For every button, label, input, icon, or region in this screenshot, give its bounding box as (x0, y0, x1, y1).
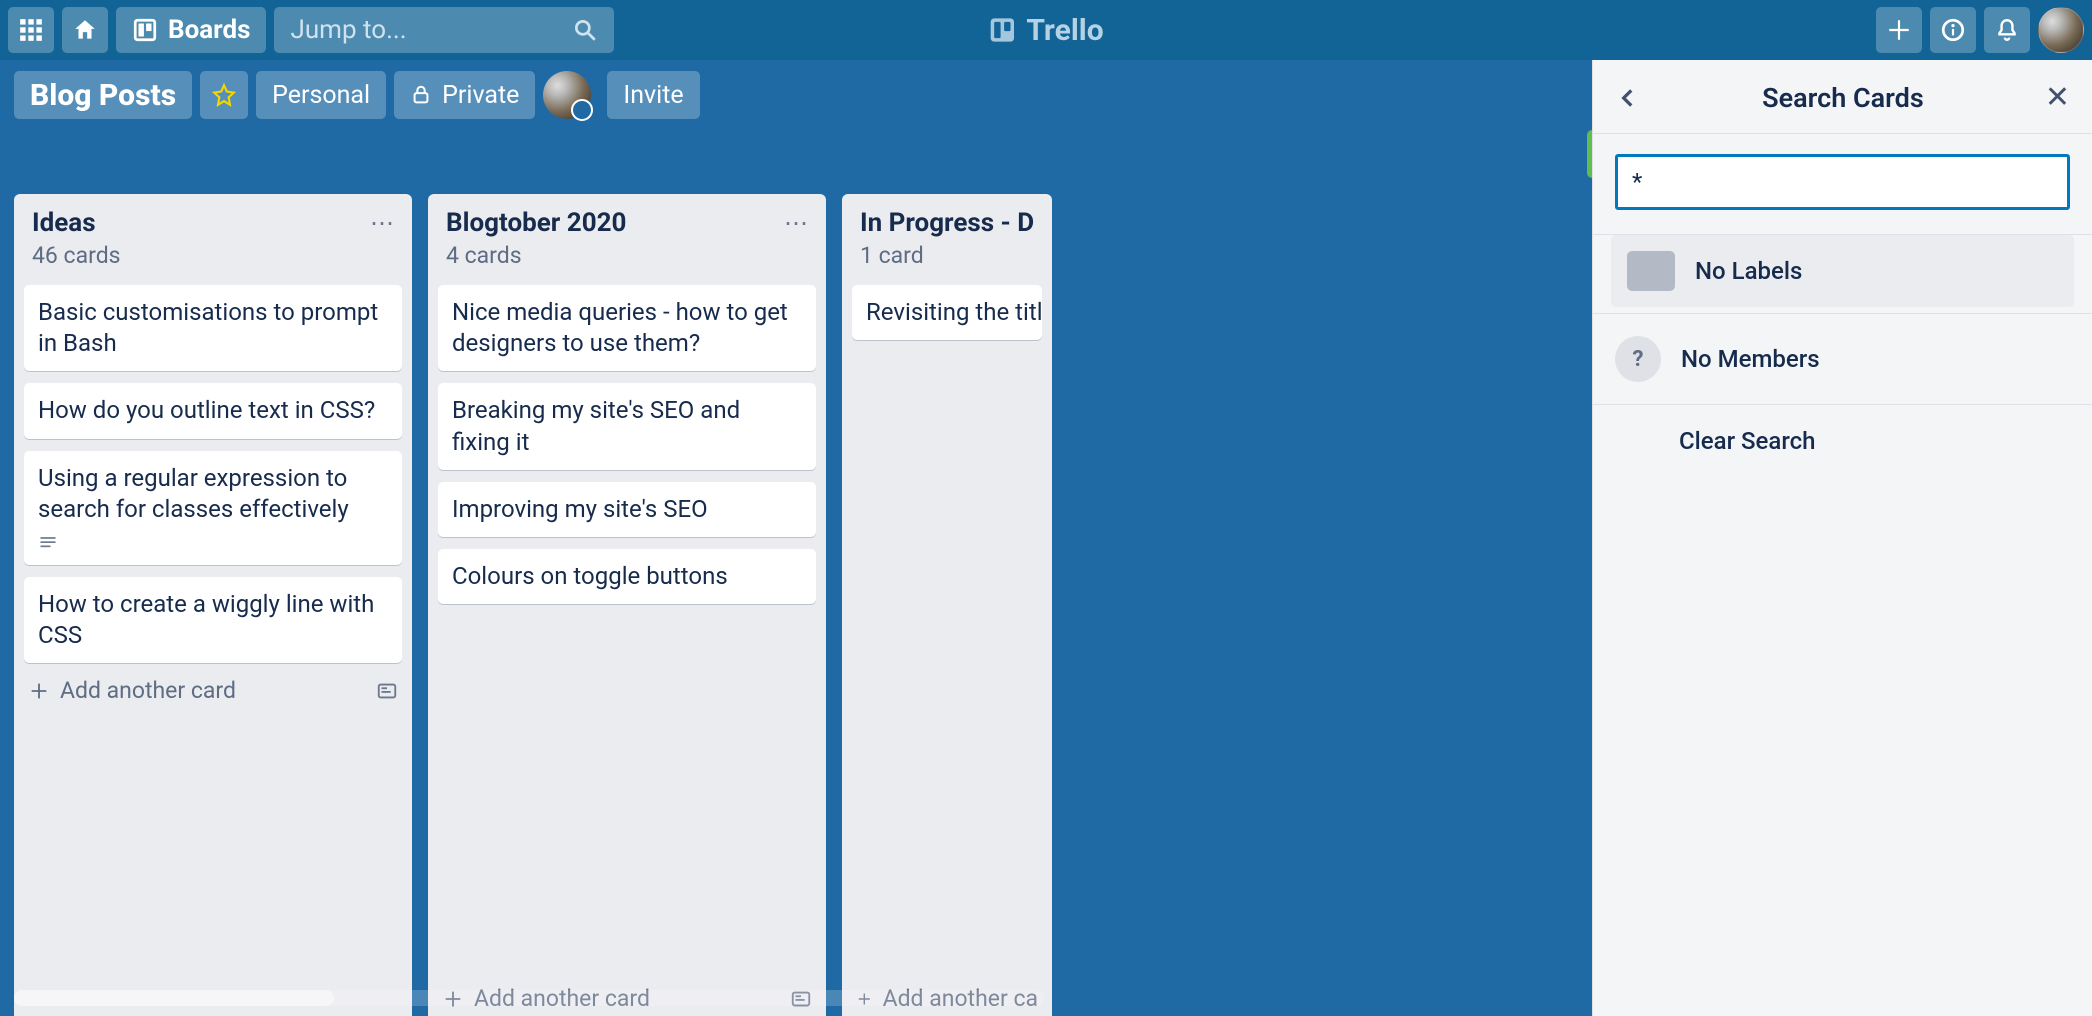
list-menu-icon[interactable]: ⋯ (370, 209, 394, 237)
info-button[interactable] (1930, 7, 1976, 53)
card-text: How to create a wiggly line with CSS (38, 590, 374, 649)
list-title[interactable]: Ideas (32, 208, 96, 238)
card[interactable]: Colours on toggle buttons (438, 549, 816, 604)
boards-button[interactable]: Boards (116, 7, 266, 53)
card-text: How do you outline text in CSS? (38, 396, 375, 424)
info-icon (1940, 17, 1966, 43)
card-text: Nice media queries - how to get designer… (452, 298, 788, 357)
bell-icon (1994, 17, 2020, 43)
close-icon[interactable]: ✕ (2045, 80, 2070, 115)
horizontal-scrollbar[interactable] (14, 990, 1044, 1006)
home-icon[interactable] (62, 7, 108, 53)
description-icon (38, 533, 388, 553)
list-blogtober: Blogtober 2020 ⋯ 4 cards Nice media quer… (428, 194, 826, 1016)
list-count: 4 cards (446, 242, 808, 269)
workspace-label: Personal (272, 81, 370, 110)
visibility-label: Private (442, 81, 519, 110)
card-text: Colours on toggle buttons (452, 562, 728, 590)
add-card-button[interactable]: Add another card (28, 677, 236, 704)
back-icon[interactable] (1615, 85, 1641, 111)
card[interactable]: How to create a wiggly line with CSS (24, 577, 402, 663)
filter-label: No Members (1681, 345, 1820, 373)
user-avatar[interactable] (2038, 7, 2084, 53)
search-cards-input[interactable] (1615, 154, 2070, 210)
notifications-button[interactable] (1984, 7, 2030, 53)
card[interactable]: Nice media queries - how to get designer… (438, 285, 816, 371)
star-icon (211, 82, 237, 108)
card-text: Breaking my site's SEO and fixing it (452, 396, 740, 455)
jump-to-search[interactable]: Jump to... (274, 7, 614, 53)
list-count: 1 card (860, 242, 1034, 269)
topbar: Boards Jump to... Trello (0, 0, 2092, 60)
card-text: Revisiting the title a (866, 298, 1042, 326)
invite-button[interactable]: Invite (607, 71, 699, 119)
card[interactable]: Revisiting the title a (852, 285, 1042, 340)
card[interactable]: How do you outline text in CSS? (24, 383, 402, 438)
scrollbar-thumb[interactable] (14, 990, 334, 1006)
template-icon[interactable] (376, 680, 398, 702)
search-cards-panel: Search Cards ✕ No Labels ? No Members Cl… (1592, 60, 2092, 1016)
apps-icon[interactable] (8, 7, 54, 53)
list-ideas: Ideas ⋯ 46 cards Basic customisations to… (14, 194, 412, 1016)
card[interactable]: Breaking my site's SEO and fixing it (438, 383, 816, 469)
list-menu-icon[interactable]: ⋯ (784, 209, 808, 237)
filter-label: No Labels (1695, 257, 1802, 285)
list-title[interactable]: In Progress - Draft (860, 208, 1034, 238)
card-text: Using a regular expression to search for… (38, 464, 349, 523)
star-button[interactable] (200, 71, 248, 119)
jump-to-label: Jump to... (290, 15, 572, 45)
question-icon: ? (1615, 336, 1661, 382)
lock-icon (410, 84, 432, 106)
boards-label: Boards (168, 15, 250, 45)
brand-text: Trello (1026, 13, 1103, 48)
clear-search-label: Clear Search (1679, 427, 2070, 455)
clear-search-button[interactable]: Clear Search (1615, 405, 2070, 477)
workspace-chip[interactable]: Personal (256, 71, 386, 119)
card[interactable]: Using a regular expression to search for… (24, 451, 402, 565)
label-swatch (1627, 251, 1675, 291)
brand-logo: Trello (988, 13, 1103, 48)
board-title[interactable]: Blog Posts (14, 71, 192, 119)
add-card-label: Add another card (60, 677, 236, 704)
list-title[interactable]: Blogtober 2020 (446, 208, 626, 238)
plus-icon (28, 680, 50, 702)
search-icon (572, 17, 598, 43)
card-text: Basic customisations to prompt in Bash (38, 298, 378, 357)
visibility-chip[interactable]: Private (394, 71, 535, 119)
panel-title: Search Cards (1762, 82, 1924, 114)
create-button[interactable] (1876, 7, 1922, 53)
plus-icon (1886, 17, 1912, 43)
card[interactable]: Improving my site's SEO (438, 482, 816, 537)
card-text: Improving my site's SEO (452, 495, 708, 523)
member-avatar[interactable] (543, 71, 591, 119)
card[interactable]: Basic customisations to prompt in Bash (24, 285, 402, 371)
invite-label: Invite (623, 81, 683, 110)
list-count: 46 cards (32, 242, 394, 269)
list-in-progress: In Progress - Draft 1 card Revisiting th… (842, 194, 1052, 1016)
filter-no-members[interactable]: ? No Members (1615, 314, 2070, 404)
filter-no-labels[interactable]: No Labels (1611, 235, 2074, 307)
